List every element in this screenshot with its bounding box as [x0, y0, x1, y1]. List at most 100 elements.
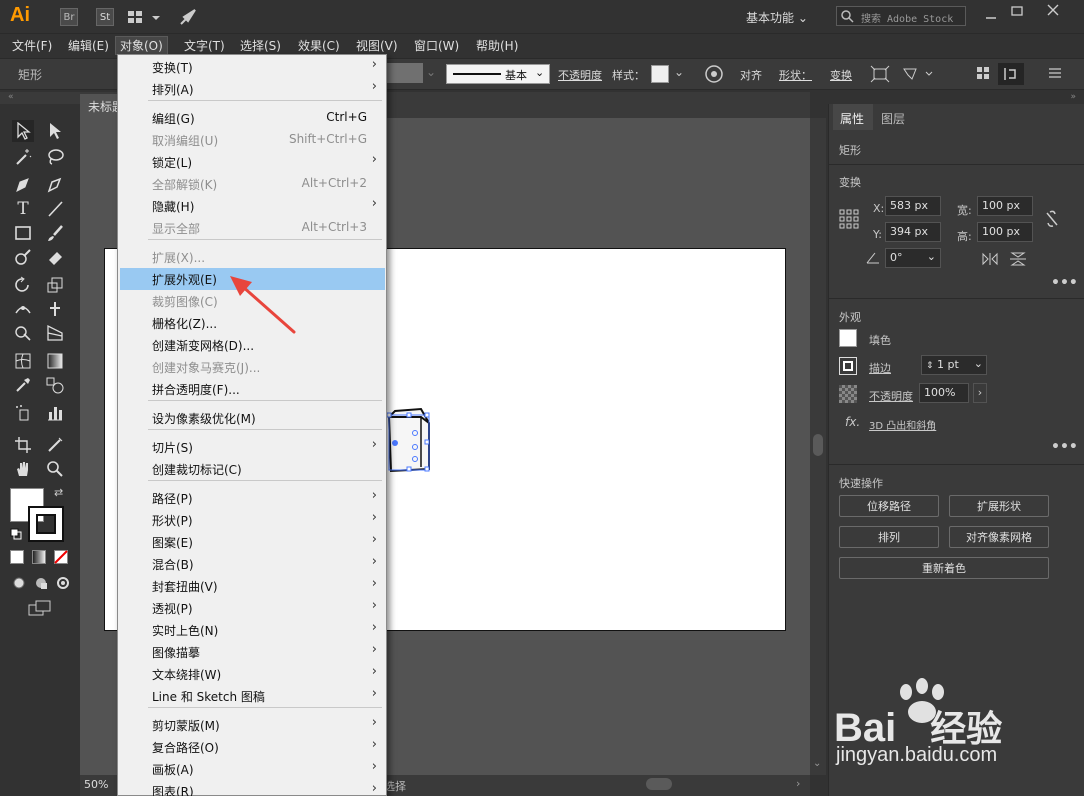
- horizontal-scroll-thumb[interactable]: [646, 778, 672, 790]
- color-mode-icon[interactable]: [10, 550, 24, 564]
- stroke-link[interactable]: 描边: [869, 360, 891, 376]
- scroll-right-icon[interactable]: ›: [796, 777, 800, 790]
- direct-selection-tool-icon[interactable]: [44, 120, 66, 142]
- vertical-scrollbar[interactable]: ⌄: [810, 118, 826, 775]
- puppet-warp-icon[interactable]: [902, 65, 934, 83]
- menu-select[interactable]: 选择(S): [240, 37, 281, 54]
- scroll-thumb[interactable]: [813, 434, 823, 456]
- gradient-tool-icon[interactable]: [44, 350, 66, 372]
- stepper-icon[interactable]: ⇕: [926, 361, 934, 371]
- chevron-down-icon[interactable]: ⌄: [426, 65, 436, 79]
- column-graph-tool-icon[interactable]: [44, 402, 66, 424]
- gradient-mode-icon[interactable]: [32, 550, 46, 564]
- menu-item[interactable]: 复合路径(O) ›: [120, 736, 385, 758]
- draw-normal-icon[interactable]: [12, 576, 26, 590]
- menu-file[interactable]: 文件(F): [12, 37, 52, 54]
- draw-behind-icon[interactable]: [34, 576, 48, 590]
- constrain-proportions-icon[interactable]: [1043, 209, 1061, 229]
- scale-tool-icon[interactable]: [44, 274, 66, 296]
- menu-item[interactable]: 图表(R) ›: [120, 780, 385, 796]
- menu-item[interactable]: 实时上色(N) ›: [120, 619, 385, 641]
- stroke-swatch[interactable]: [28, 506, 64, 542]
- opacity-link[interactable]: 不透明度: [869, 388, 913, 404]
- selected-artwork[interactable]: [385, 407, 433, 479]
- menu-item[interactable]: 创建对象马赛克(J)...: [120, 356, 385, 378]
- recolor-button[interactable]: 重新着色: [839, 557, 1049, 579]
- menu-view[interactable]: 视图(V): [356, 37, 398, 54]
- menu-item[interactable]: 切片(S) ›: [120, 436, 385, 458]
- default-fill-stroke-icon[interactable]: [10, 528, 22, 540]
- menu-item[interactable]: 图像描摹 ›: [120, 641, 385, 663]
- arrange-documents-icon[interactable]: [128, 9, 162, 25]
- stroke-weight-field[interactable]: ⇕ 1 pt ⌄: [921, 355, 987, 375]
- line-segment-tool-icon[interactable]: [44, 198, 66, 220]
- artboard-tool-icon[interactable]: [12, 434, 34, 456]
- opacity-link[interactable]: 不透明度: [558, 67, 602, 83]
- pen-tool-icon[interactable]: [12, 174, 34, 196]
- bridge-button[interactable]: Br: [60, 8, 78, 26]
- menu-edit[interactable]: 编辑(E): [68, 37, 109, 54]
- menu-window[interactable]: 窗口(W): [414, 37, 459, 54]
- menu-item[interactable]: 编组(G) Ctrl+G: [120, 107, 385, 129]
- shape-link[interactable]: 形状：: [779, 67, 812, 83]
- menu-item[interactable]: 拼合透明度(F)...: [120, 378, 385, 400]
- stroke-profile-select[interactable]: 基本 ⌄: [446, 64, 550, 84]
- graphic-style-swatch[interactable]: [651, 65, 669, 83]
- menu-item[interactable]: 剪切蒙版(M) ›: [120, 714, 385, 736]
- chevron-down-icon[interactable]: ⌄: [674, 65, 684, 79]
- more-options-icon[interactable]: •••: [1051, 439, 1078, 455]
- slice-tool-icon[interactable]: [44, 434, 66, 456]
- more-options-icon[interactable]: •••: [1051, 275, 1078, 291]
- screen-mode-icon[interactable]: [28, 600, 52, 616]
- type-tool-icon[interactable]: T: [12, 198, 34, 220]
- paintbrush-tool-icon[interactable]: [44, 222, 66, 244]
- menu-effect[interactable]: 效果(C): [298, 37, 340, 54]
- width-field[interactable]: 100 px: [977, 196, 1033, 216]
- arrange-icon[interactable]: [976, 66, 990, 80]
- magic-wand-tool-icon[interactable]: [12, 146, 34, 168]
- reference-point-icon[interactable]: [839, 209, 859, 229]
- menu-item[interactable]: 取消编组(U) Shift+Ctrl+G: [120, 129, 385, 151]
- menu-item[interactable]: 全部解锁(K) Alt+Ctrl+2: [120, 173, 385, 195]
- symbol-sprayer-tool-icon[interactable]: [12, 402, 34, 424]
- menu-item[interactable]: 变换(T) ›: [120, 56, 385, 78]
- recolor-artwork-icon[interactable]: [704, 64, 724, 84]
- tab-layers[interactable]: 图层: [875, 104, 915, 130]
- fx-icon[interactable]: fx.: [845, 415, 860, 429]
- minimize-icon[interactable]: [984, 10, 998, 22]
- panel-collapse-handle[interactable]: »: [828, 92, 1084, 104]
- shaper-tool-icon[interactable]: [12, 246, 34, 268]
- selection-tool-icon[interactable]: [12, 120, 34, 142]
- x-field[interactable]: 583 px: [885, 196, 941, 216]
- rocket-icon[interactable]: [178, 7, 198, 27]
- workspace-switcher[interactable]: 基本功能 ⌄: [746, 9, 808, 26]
- hand-tool-icon[interactable]: [12, 458, 34, 480]
- menu-item[interactable]: 封套扭曲(V) ›: [120, 575, 385, 597]
- draw-inside-icon[interactable]: [56, 576, 70, 590]
- chevron-right-icon[interactable]: ›: [973, 383, 987, 403]
- width-tool-icon[interactable]: [12, 298, 34, 320]
- menu-object[interactable]: 对象(O): [115, 36, 168, 55]
- menu-type[interactable]: 文字(T): [184, 37, 225, 54]
- height-field[interactable]: 100 px: [977, 222, 1033, 242]
- none-mode-icon[interactable]: [54, 550, 68, 564]
- menu-item[interactable]: 透视(P) ›: [120, 597, 385, 619]
- swap-fill-stroke-icon[interactable]: ⇄: [54, 486, 63, 499]
- angle-field[interactable]: 0° ⌄: [885, 248, 941, 268]
- flip-vertical-icon[interactable]: [1009, 252, 1027, 266]
- opacity-field[interactable]: 100%: [919, 383, 969, 403]
- toolbar-collapse-handle[interactable]: «: [0, 92, 80, 104]
- menu-item[interactable]: 图案(E) ›: [120, 531, 385, 553]
- opacity-swatch[interactable]: [839, 385, 857, 403]
- menu-item[interactable]: 混合(B) ›: [120, 553, 385, 575]
- flip-horizontal-icon[interactable]: [981, 252, 999, 266]
- menu-item[interactable]: 锁定(L) ›: [120, 151, 385, 173]
- mesh-tool-icon[interactable]: [12, 350, 34, 372]
- menu-item[interactable]: 显示全部 Alt+Ctrl+3: [120, 217, 385, 239]
- menu-item[interactable]: Line 和 Sketch 图稿 ›: [120, 685, 385, 707]
- transform-link[interactable]: 变换: [830, 67, 852, 83]
- effect-link[interactable]: 3D 凸出和斜角: [869, 417, 936, 432]
- lasso-tool-icon[interactable]: [44, 146, 66, 168]
- menu-item[interactable]: 创建裁切标记(C): [120, 458, 385, 480]
- shape-builder-tool-icon[interactable]: [12, 322, 34, 344]
